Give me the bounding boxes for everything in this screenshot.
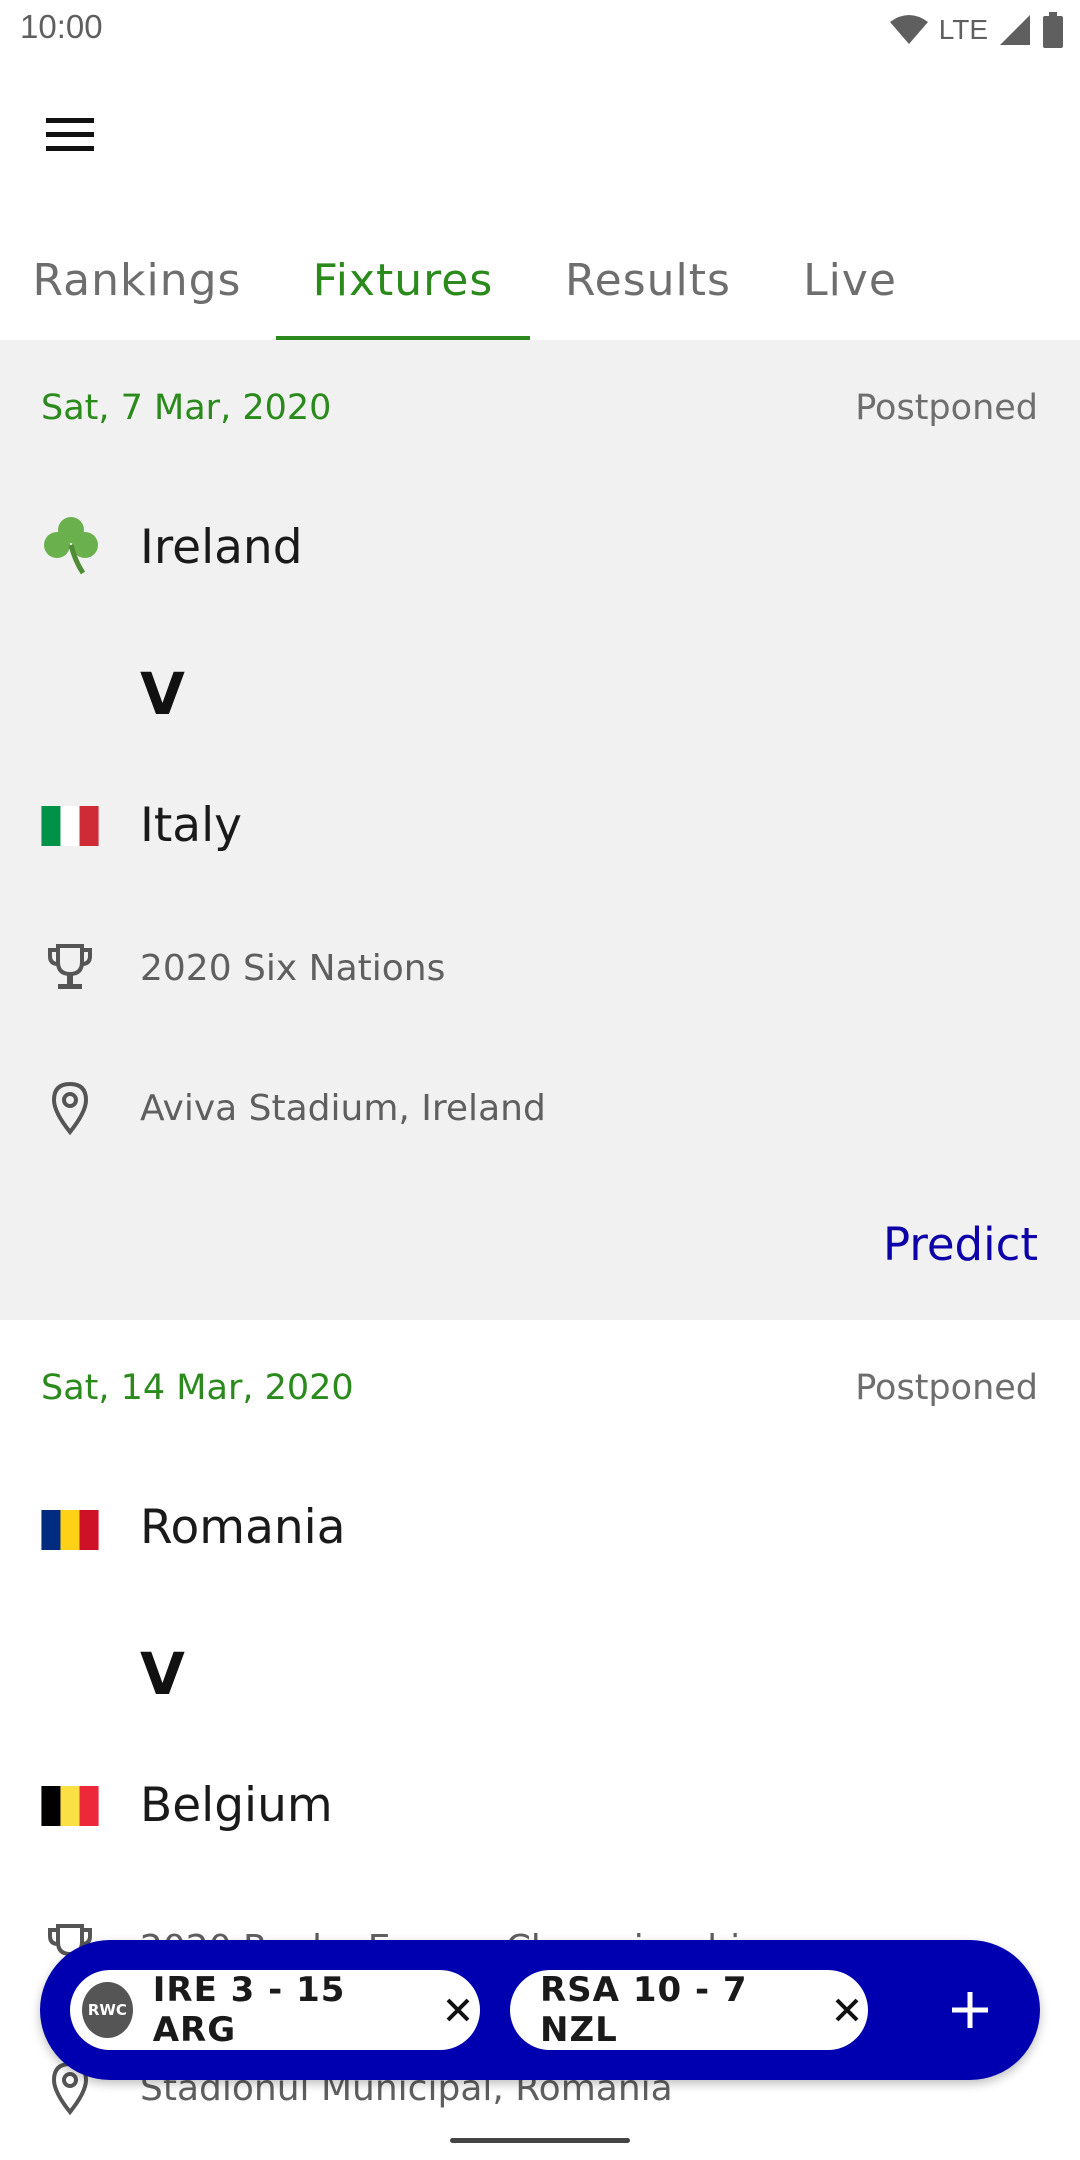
competition-name: 2020 Six Nations: [140, 948, 446, 989]
status-bar: 10:00 LTE: [0, 0, 1080, 60]
close-chip-button[interactable]: [825, 1986, 868, 2034]
tab-fixtures[interactable]: Fixtures: [276, 220, 530, 340]
gesture-navigation-bar[interactable]: [450, 2138, 630, 2143]
home-team-name: Romania: [140, 1500, 346, 1555]
tab-bar: Rankings Fixtures Results Live: [0, 220, 1080, 341]
live-scores-bar: RWC IRE 3 - 15 ARG RSA 10 - 7 NZL: [40, 1940, 1040, 2080]
italy-flag-icon: [41, 806, 99, 846]
add-live-score-button[interactable]: [940, 1980, 1000, 2040]
versus-label: V: [140, 660, 185, 728]
venue-name: Aviva Stadium, Ireland: [140, 1088, 546, 1129]
wifi-icon: [889, 15, 928, 44]
tab-rankings[interactable]: Rankings: [20, 220, 254, 340]
close-chip-button[interactable]: [437, 1986, 481, 2034]
live-score-text: RSA 10 - 7 NZL: [540, 1970, 748, 2050]
status-time: 10:00: [20, 8, 103, 45]
trophy-icon: [48, 944, 92, 989]
tab-live[interactable]: Live: [780, 220, 920, 340]
location-pin-icon: [51, 1081, 89, 1136]
signal-icon: [1000, 15, 1030, 45]
fixture-status: Postponed: [855, 1368, 1038, 1408]
battery-icon: [1043, 12, 1063, 48]
close-icon: [446, 1998, 470, 2022]
predict-button[interactable]: Predict: [883, 1218, 1038, 1271]
status-icons: LTE: [889, 10, 1064, 50]
fixture-date: Sat, 7 Mar, 2020: [41, 388, 332, 428]
away-team-name: Italy: [140, 798, 242, 853]
fixture-card[interactable]: Sat, 7 Mar, 2020 Postponed Ireland V Ita…: [0, 340, 1080, 1320]
shamrock-icon: [44, 517, 98, 575]
live-score-text: IRE 3 - 15 ARG: [152, 1970, 346, 2050]
hamburger-menu-icon: [46, 118, 94, 151]
network-type: LTE: [938, 14, 988, 45]
belgium-flag-icon: [41, 1786, 99, 1826]
close-icon: [835, 1998, 858, 2022]
live-score-chip[interactable]: RSA 10 - 7 NZL: [510, 1970, 868, 2050]
menu-button[interactable]: [38, 102, 102, 166]
home-team-name: Ireland: [140, 520, 303, 575]
fixture-status: Postponed: [855, 388, 1038, 428]
away-team-name: Belgium: [140, 1778, 333, 1833]
rwc-badge-icon: RWC: [82, 1982, 133, 2038]
fixture-date: Sat, 14 Mar, 2020: [41, 1368, 354, 1408]
tab-results[interactable]: Results: [548, 220, 748, 340]
live-score-chip[interactable]: RWC IRE 3 - 15 ARG: [70, 1970, 480, 2050]
versus-label: V: [140, 1640, 185, 1708]
romania-flag-icon: [41, 1510, 99, 1550]
plus-icon: [952, 1992, 988, 2028]
